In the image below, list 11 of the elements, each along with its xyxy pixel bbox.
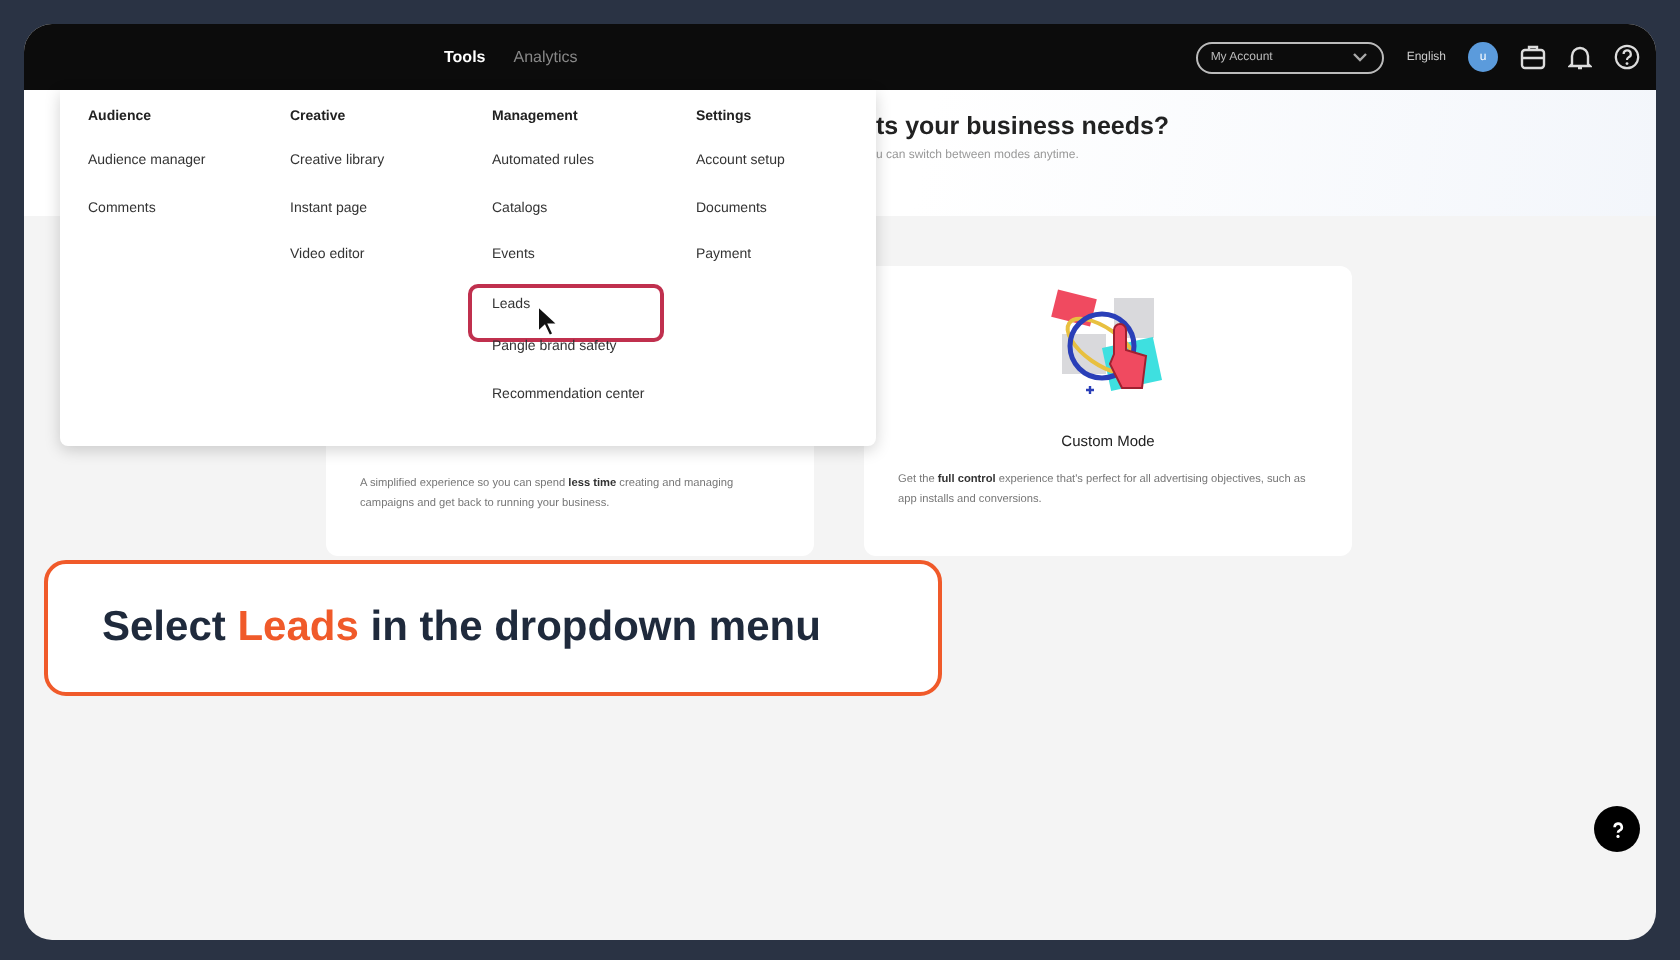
help-icon[interactable] — [1614, 44, 1640, 70]
question-mark-icon — [1607, 819, 1627, 839]
help-button[interactable] — [1594, 806, 1640, 852]
mouse-pointer-icon — [536, 303, 562, 337]
chevron-down-icon — [1352, 51, 1369, 61]
nav-link[interactable]: Analytics — [513, 48, 578, 66]
hero-heading: ts your business needs? — [876, 112, 1170, 140]
instruction-text: Select Leads in the dropdown menu — [102, 604, 821, 652]
briefcase-icon[interactable] — [1520, 44, 1546, 70]
nav-link[interactable]: Tools — [444, 48, 486, 66]
bell-icon[interactable] — [1568, 44, 1592, 70]
